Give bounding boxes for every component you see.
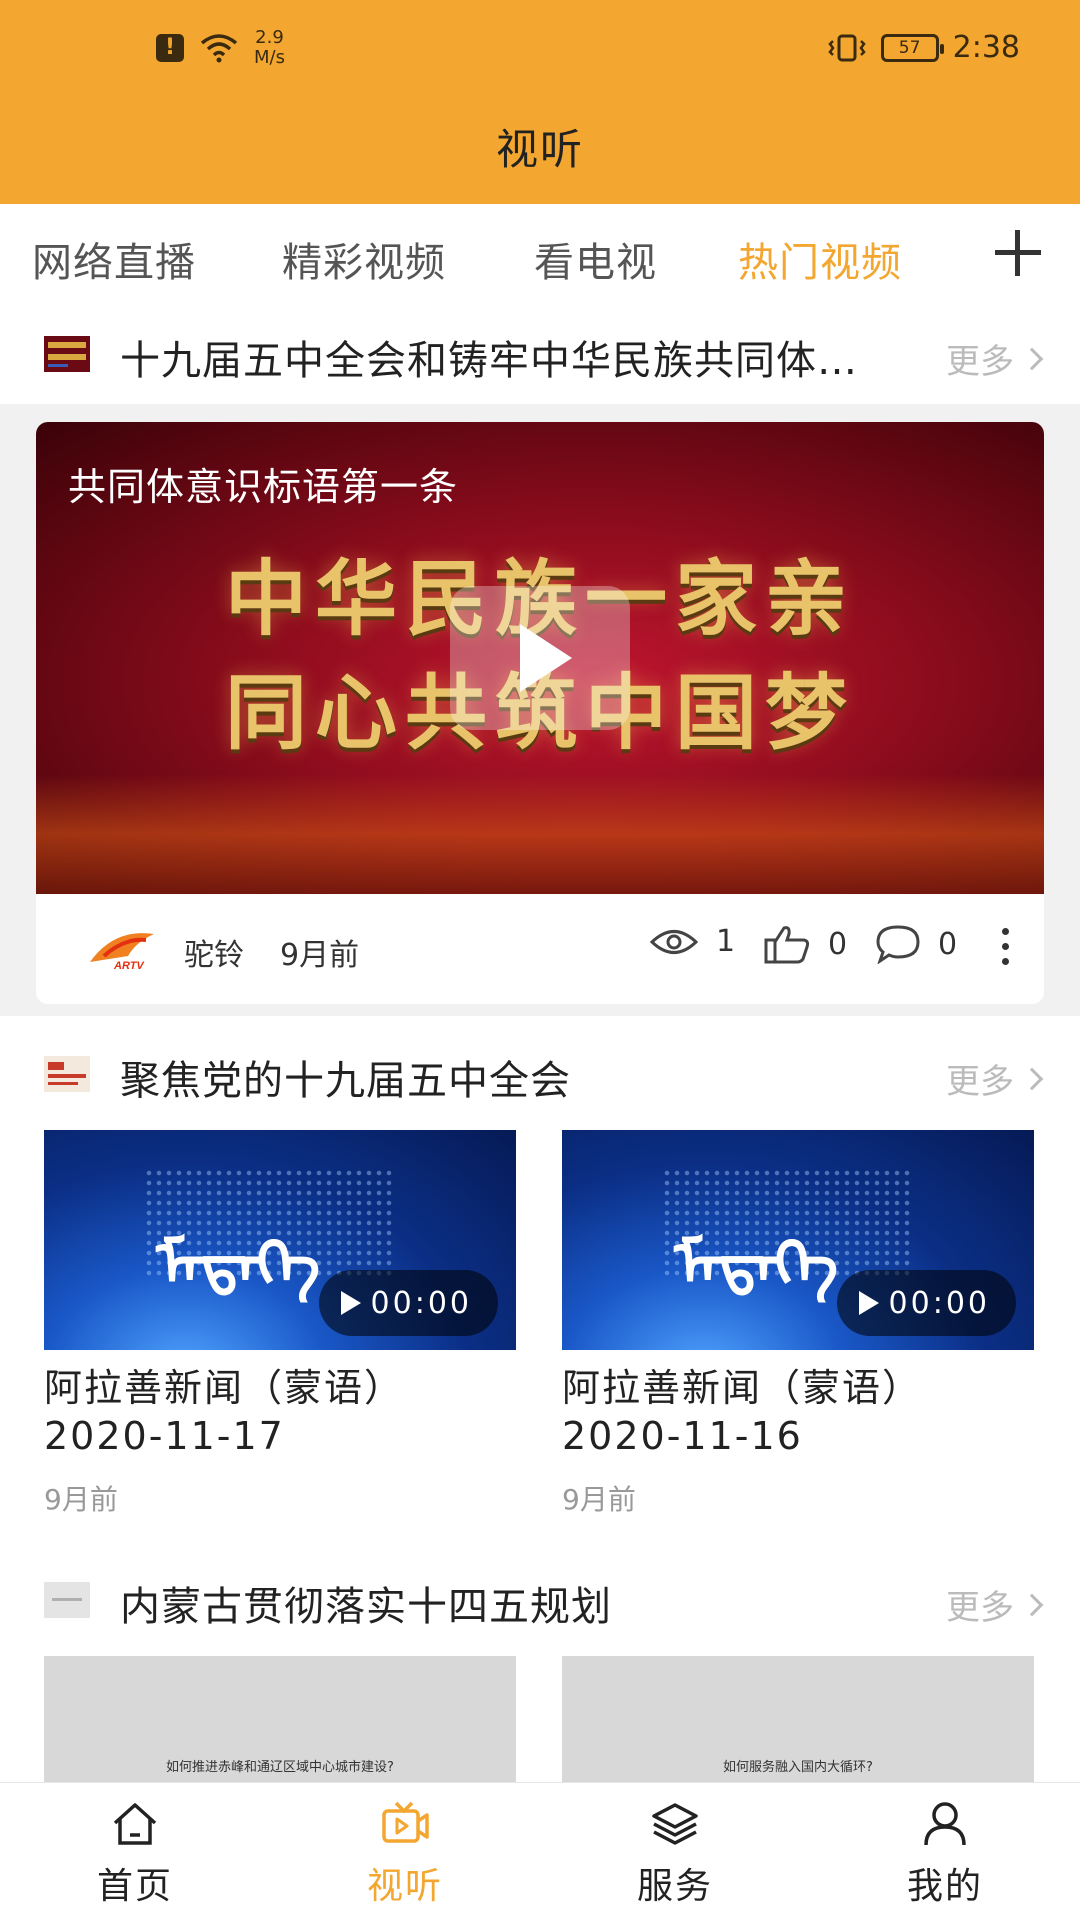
- channel-logo: ARTV: [90, 933, 154, 972]
- status-bar: ! 2.9 M/s 57 2:38: [0, 0, 1080, 100]
- video-thumbnail[interactable]: 如何推进赤峰和通辽区域中心城市建设?: [44, 1656, 516, 1786]
- thumbnail-title-text: ᠮᠡᠳᠡᠭᠡ: [674, 1227, 839, 1300]
- publish-time: 9月前: [562, 1483, 636, 1516]
- video-icon: [382, 1801, 429, 1843]
- more-options-icon[interactable]: [1002, 928, 1010, 968]
- section-thumbnail: [44, 1056, 90, 1092]
- thumbnail-title-text: ᠮᠡᠳᠡᠭᠡ: [156, 1227, 321, 1300]
- comment-count-value: 0: [938, 926, 958, 962]
- more-link[interactable]: 更多: [946, 1580, 1044, 1629]
- section-header: 聚焦党的十九届五中全会 更多: [0, 1024, 1080, 1124]
- nav-label: 视听: [366, 1866, 443, 1907]
- network-speed: 2.9 M/s: [254, 28, 285, 68]
- feature-video-card[interactable]: 共同体意识标语第一条 中华民族一家亲 同心共筑中国梦 ARTV 驼铃 9月前 1: [36, 422, 1044, 1004]
- status-left: ! 2.9 M/s: [156, 28, 285, 68]
- view-count: 1: [650, 924, 735, 959]
- publish-time: 9月前: [280, 938, 360, 973]
- vibrate-icon: [827, 34, 866, 61]
- tab-hot-videos[interactable]: 热门视频: [738, 230, 902, 288]
- nav-label: 我的: [906, 1866, 983, 1907]
- chevron-right-icon: [1020, 1593, 1044, 1616]
- nav-item-media[interactable]: 视听: [270, 1783, 540, 1920]
- video-duration: 00:00: [836, 1270, 1016, 1336]
- category-tabs: 网络直播 精彩视频 看电视 热门视频: [0, 204, 1080, 304]
- network-speed-value: 2.9: [255, 27, 284, 48]
- publish-time: 9月前: [44, 1483, 118, 1516]
- more-link[interactable]: 更多: [946, 1054, 1044, 1103]
- bottom-navigation: 首页 视听 服务 我的: [0, 1782, 1080, 1920]
- user-icon: [924, 1802, 966, 1846]
- video-thumbnail[interactable]: ᠮᠡᠳᠡᠭᠡ 00:00: [44, 1130, 516, 1350]
- eye-icon: [650, 929, 698, 954]
- comment-count[interactable]: 0: [876, 924, 957, 964]
- logo-text: ARTV: [113, 960, 145, 972]
- battery-icon: 57: [880, 33, 944, 62]
- tab-live[interactable]: 网络直播: [32, 230, 196, 288]
- wifi-icon: [200, 34, 238, 63]
- nav-label: 首页: [96, 1866, 173, 1907]
- section-title[interactable]: 聚焦党的十九届五中全会: [120, 1048, 571, 1106]
- video-thumbnail[interactable]: 如何服务融入国内大循环?: [562, 1656, 1034, 1786]
- comment-icon: [876, 925, 920, 964]
- play-icon: [340, 1291, 361, 1315]
- status-right: 57 2:38: [827, 30, 1020, 65]
- video-title: 阿拉善新闻（蒙语）2020-11-17: [44, 1366, 405, 1458]
- nav-item-me[interactable]: 我的: [810, 1783, 1080, 1920]
- nav-item-home[interactable]: 首页: [0, 1783, 270, 1920]
- video-card[interactable]: 如何推进赤峰和通辽区域中心城市建设?: [44, 1656, 516, 1786]
- author-name[interactable]: 驼铃: [184, 930, 244, 974]
- view-count-value: 1: [716, 924, 736, 959]
- section-header: 十九届五中全会和铸牢中华民族共同体意识… 更多: [0, 304, 1080, 404]
- network-speed-unit: M/s: [254, 47, 285, 68]
- like-count-value: 0: [828, 926, 848, 962]
- app-screen: ! 2.9 M/s 57 2:38 视听 网络直播 精彩视频 看电视 热门视频 …: [0, 0, 1080, 1920]
- section-title[interactable]: 内蒙古贯彻落实十四五规划: [120, 1574, 612, 1632]
- thumbs-up-icon: [764, 926, 810, 964]
- video-thumbnail[interactable]: ᠮᠡᠳᠡᠭᠡ 00:00: [562, 1130, 1034, 1350]
- video-card[interactable]: ᠮᠡᠳᠡᠭᠡ 00:00 阿拉善新闻（蒙语）2020-11-16 9月前: [562, 1130, 1034, 1518]
- chevron-right-icon: [1020, 347, 1044, 370]
- nav-label: 服务: [636, 1866, 713, 1907]
- page-title: 视听: [495, 125, 584, 174]
- like-count[interactable]: 0: [764, 924, 847, 964]
- play-icon: [858, 1291, 879, 1315]
- more-label: 更多: [946, 342, 1014, 382]
- home-icon: [113, 1803, 157, 1845]
- duration-text: 00:00: [888, 1285, 990, 1321]
- more-label: 更多: [946, 1062, 1014, 1102]
- hero-glow: [36, 774, 1044, 894]
- section-header: 内蒙古贯彻落实十四五规划 更多: [0, 1550, 1080, 1650]
- app-header: ! 2.9 M/s 57 2:38 视听: [0, 0, 1080, 204]
- nav-item-services[interactable]: 服务: [540, 1783, 810, 1920]
- section-title[interactable]: 十九届五中全会和铸牢中华民族共同体意识…: [120, 328, 880, 386]
- alert-icon: !: [156, 34, 184, 62]
- tab-tv[interactable]: 看电视: [534, 230, 657, 288]
- feature-video-thumbnail[interactable]: 共同体意识标语第一条 中华民族一家亲 同心共筑中国梦: [36, 422, 1044, 894]
- video-title: 阿拉善新闻（蒙语）2020-11-16: [562, 1366, 923, 1458]
- duration-text: 00:00: [370, 1285, 472, 1321]
- thumbnail-caption: 如何推进赤峰和通辽区域中心城市建设?: [166, 1760, 394, 1775]
- chevron-right-icon: [1020, 1067, 1044, 1090]
- add-tab-icon[interactable]: [995, 230, 1041, 276]
- thumbnail-caption: 如何服务融入国内大循环?: [723, 1760, 873, 1775]
- more-label: 更多: [946, 1588, 1014, 1628]
- section-thumbnail: [44, 1582, 90, 1618]
- play-button[interactable]: [450, 586, 630, 730]
- tab-featured-videos[interactable]: 精彩视频: [282, 230, 446, 288]
- video-duration: 00:00: [318, 1270, 498, 1336]
- status-time: 2:38: [952, 30, 1020, 65]
- feature-video-caption: 共同体意识标语第一条: [68, 465, 459, 509]
- video-card[interactable]: 如何服务融入国内大循环?: [562, 1656, 1034, 1786]
- section-thumbnail: [44, 336, 90, 372]
- layers-icon: [652, 1803, 698, 1845]
- feature-video-meta: ARTV 驼铃 9月前 1 0 0: [36, 894, 1044, 1004]
- video-card[interactable]: ᠮᠡᠳᠡᠭᠡ 00:00 阿拉善新闻（蒙语）2020-11-17 9月前: [44, 1130, 516, 1518]
- more-link[interactable]: 更多: [946, 334, 1044, 383]
